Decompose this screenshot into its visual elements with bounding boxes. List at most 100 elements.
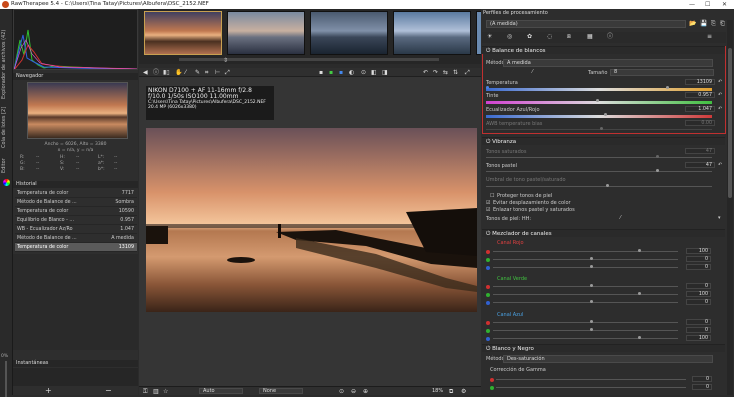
main-photo[interactable] [146, 128, 477, 312]
crop-icon[interactable]: ⌗ [205, 68, 208, 77]
green-r-slider[interactable] [493, 286, 678, 287]
mixer-section-header[interactable]: ⏻ Mezclador de canales [482, 229, 725, 237]
highlight-clip-icon[interactable]: ◨ [382, 68, 388, 77]
tab-transform-icon[interactable]: ⧈ [567, 32, 571, 41]
filmstrip-scrollbar[interactable] [179, 58, 439, 61]
green-b-value[interactable]: 0 [686, 299, 711, 305]
hand-icon[interactable]: ◀ [143, 68, 148, 77]
avoid-shift-checkbox[interactable]: ☑ [486, 200, 490, 206]
gamma-r-slider[interactable] [496, 379, 686, 380]
fullscreen-icon[interactable]: ⤢ [465, 68, 470, 77]
close-button[interactable]: ✕ [722, 0, 727, 9]
history-row[interactable]: WB - Ecualizador Az/Ro 1.047 [15, 225, 137, 234]
tab-detail-icon[interactable]: ◎ [507, 32, 512, 41]
red-g-slider[interactable] [493, 259, 678, 260]
wb-size-select[interactable]: 8 [610, 69, 714, 76]
eq-value[interactable]: 1.047 [685, 106, 715, 112]
blue-r-slider[interactable] [493, 322, 678, 323]
save-profile-icon[interactable]: 💾 [700, 20, 707, 27]
tab-exposure-icon[interactable]: ☀ [487, 32, 492, 41]
tab-metadata-icon[interactable]: ⓘ [607, 32, 613, 41]
pastel-knob[interactable] [656, 169, 659, 172]
gamma-g-value[interactable]: 0 [692, 384, 712, 390]
flip-h-icon[interactable]: ⇆ [443, 68, 448, 77]
curve-menu-icon[interactable]: ▾ [718, 215, 721, 221]
temperature-knob[interactable] [666, 86, 669, 89]
pastel-value[interactable]: 47 [685, 162, 715, 168]
channel-blue-icon[interactable]: ▪ [339, 68, 343, 77]
load-profile-icon[interactable]: 📂 [689, 20, 696, 27]
bias-knob[interactable] [600, 127, 603, 130]
red-g-value[interactable]: 0 [686, 256, 711, 262]
history-row[interactable]: Método de Balance de ... A medida [15, 234, 137, 243]
straighten-icon[interactable]: ⊢ [215, 68, 220, 77]
channel-red-icon[interactable]: ▪ [319, 68, 323, 77]
tint-slider[interactable] [486, 101, 712, 104]
wb-picker-icon[interactable]: ⁄ [532, 69, 533, 75]
navigator-thumbnail[interactable] [27, 82, 128, 139]
gamma-r-value[interactable]: 0 [692, 376, 712, 382]
info-icon[interactable]: ⓘ [153, 68, 159, 77]
shadow-clip-icon[interactable]: ◧ [371, 68, 377, 77]
color-picker-icon[interactable]: ✎ [195, 68, 200, 77]
green-g-slider[interactable] [493, 294, 678, 295]
tint-value[interactable]: 0.957 [685, 92, 715, 98]
film-thumb[interactable] [144, 11, 222, 55]
tab-file-browser[interactable]: Explorador de archivos (42) [1, 29, 12, 99]
add-snapshot-button[interactable]: + [45, 386, 52, 395]
minimize-button[interactable]: — [689, 0, 695, 9]
pastel-slider[interactable] [486, 171, 712, 172]
history-row[interactable]: Temperatura de color 7717 [15, 189, 137, 198]
rotate-right-icon[interactable]: ↷ [433, 68, 438, 77]
vertical-slider[interactable] [5, 361, 7, 397]
maximize-button[interactable]: ☐ [705, 0, 710, 9]
green-r-value[interactable]: 0 [686, 283, 711, 289]
reset-pastel-icon[interactable]: ↶ [718, 162, 722, 168]
expand-icon[interactable]: ⇕ [223, 57, 228, 64]
temperature-value[interactable]: 13109 [685, 79, 715, 85]
preset-select[interactable]: None [259, 388, 303, 394]
tint-knob[interactable] [596, 99, 599, 102]
film-thumb[interactable] [393, 11, 471, 55]
before-after-icon[interactable]: ▮▯ [163, 68, 170, 77]
vibrance-section-header[interactable]: ⏻ Vibranza [482, 137, 725, 145]
saturated-slider[interactable] [486, 157, 712, 158]
rotate-left-icon[interactable]: ↶ [423, 68, 428, 77]
history-row[interactable]: Método de Balance de ... Sombra [15, 198, 137, 207]
film-thumb[interactable] [310, 11, 388, 55]
copy-profile-icon[interactable]: ⎘ [711, 20, 716, 28]
bias-value[interactable]: 0.00 [685, 120, 715, 126]
green-g-value[interactable]: 100 [686, 291, 711, 297]
film-thumb[interactable] [227, 11, 305, 55]
focus-mask-icon[interactable]: ⊙ [361, 68, 366, 77]
green-b-knob[interactable] [590, 300, 593, 303]
red-r-knob[interactable] [638, 249, 641, 252]
red-b-knob[interactable] [590, 265, 593, 268]
temperature-slider[interactable] [486, 88, 712, 91]
blue-b-value[interactable]: 100 [686, 335, 711, 341]
paste-profile-icon[interactable]: ⎗ [720, 20, 725, 28]
eq-slider[interactable] [486, 115, 712, 118]
wb-picker-icon[interactable]: ⁄ [185, 68, 186, 77]
eq-knob[interactable] [604, 113, 607, 116]
gamma-g-slider[interactable] [496, 387, 686, 388]
transform-icon[interactable]: ⤢ [225, 68, 230, 77]
blue-r-knob[interactable] [590, 320, 593, 323]
channel-green-icon[interactable]: ▪ [329, 68, 333, 77]
red-g-knob[interactable] [590, 257, 593, 260]
tab-menu-icon[interactable]: ≡ [707, 32, 712, 41]
link-tones-checkbox[interactable]: ☑ [486, 207, 490, 213]
wb-method-select[interactable]: A medida [503, 59, 713, 67]
saturated-value[interactable]: 47 [685, 148, 715, 154]
bw-section-header[interactable]: ⏻ Blanco y Negro [482, 344, 725, 352]
red-b-slider[interactable] [493, 267, 678, 268]
reset-temperature-icon[interactable]: ↶ [718, 79, 722, 85]
reset-eq-icon[interactable]: ↶ [718, 106, 722, 112]
tab-color-icon[interactable]: ✿ [527, 32, 532, 41]
history-row-selected[interactable]: Temperatura de color 13109 [15, 243, 137, 252]
threshold-slider[interactable] [486, 186, 712, 187]
blue-g-knob[interactable] [590, 328, 593, 331]
curve-edit-icon[interactable]: ⁄ [620, 215, 621, 221]
tab-editor[interactable]: Editor [1, 155, 12, 177]
remove-snapshot-button[interactable]: − [105, 386, 112, 395]
